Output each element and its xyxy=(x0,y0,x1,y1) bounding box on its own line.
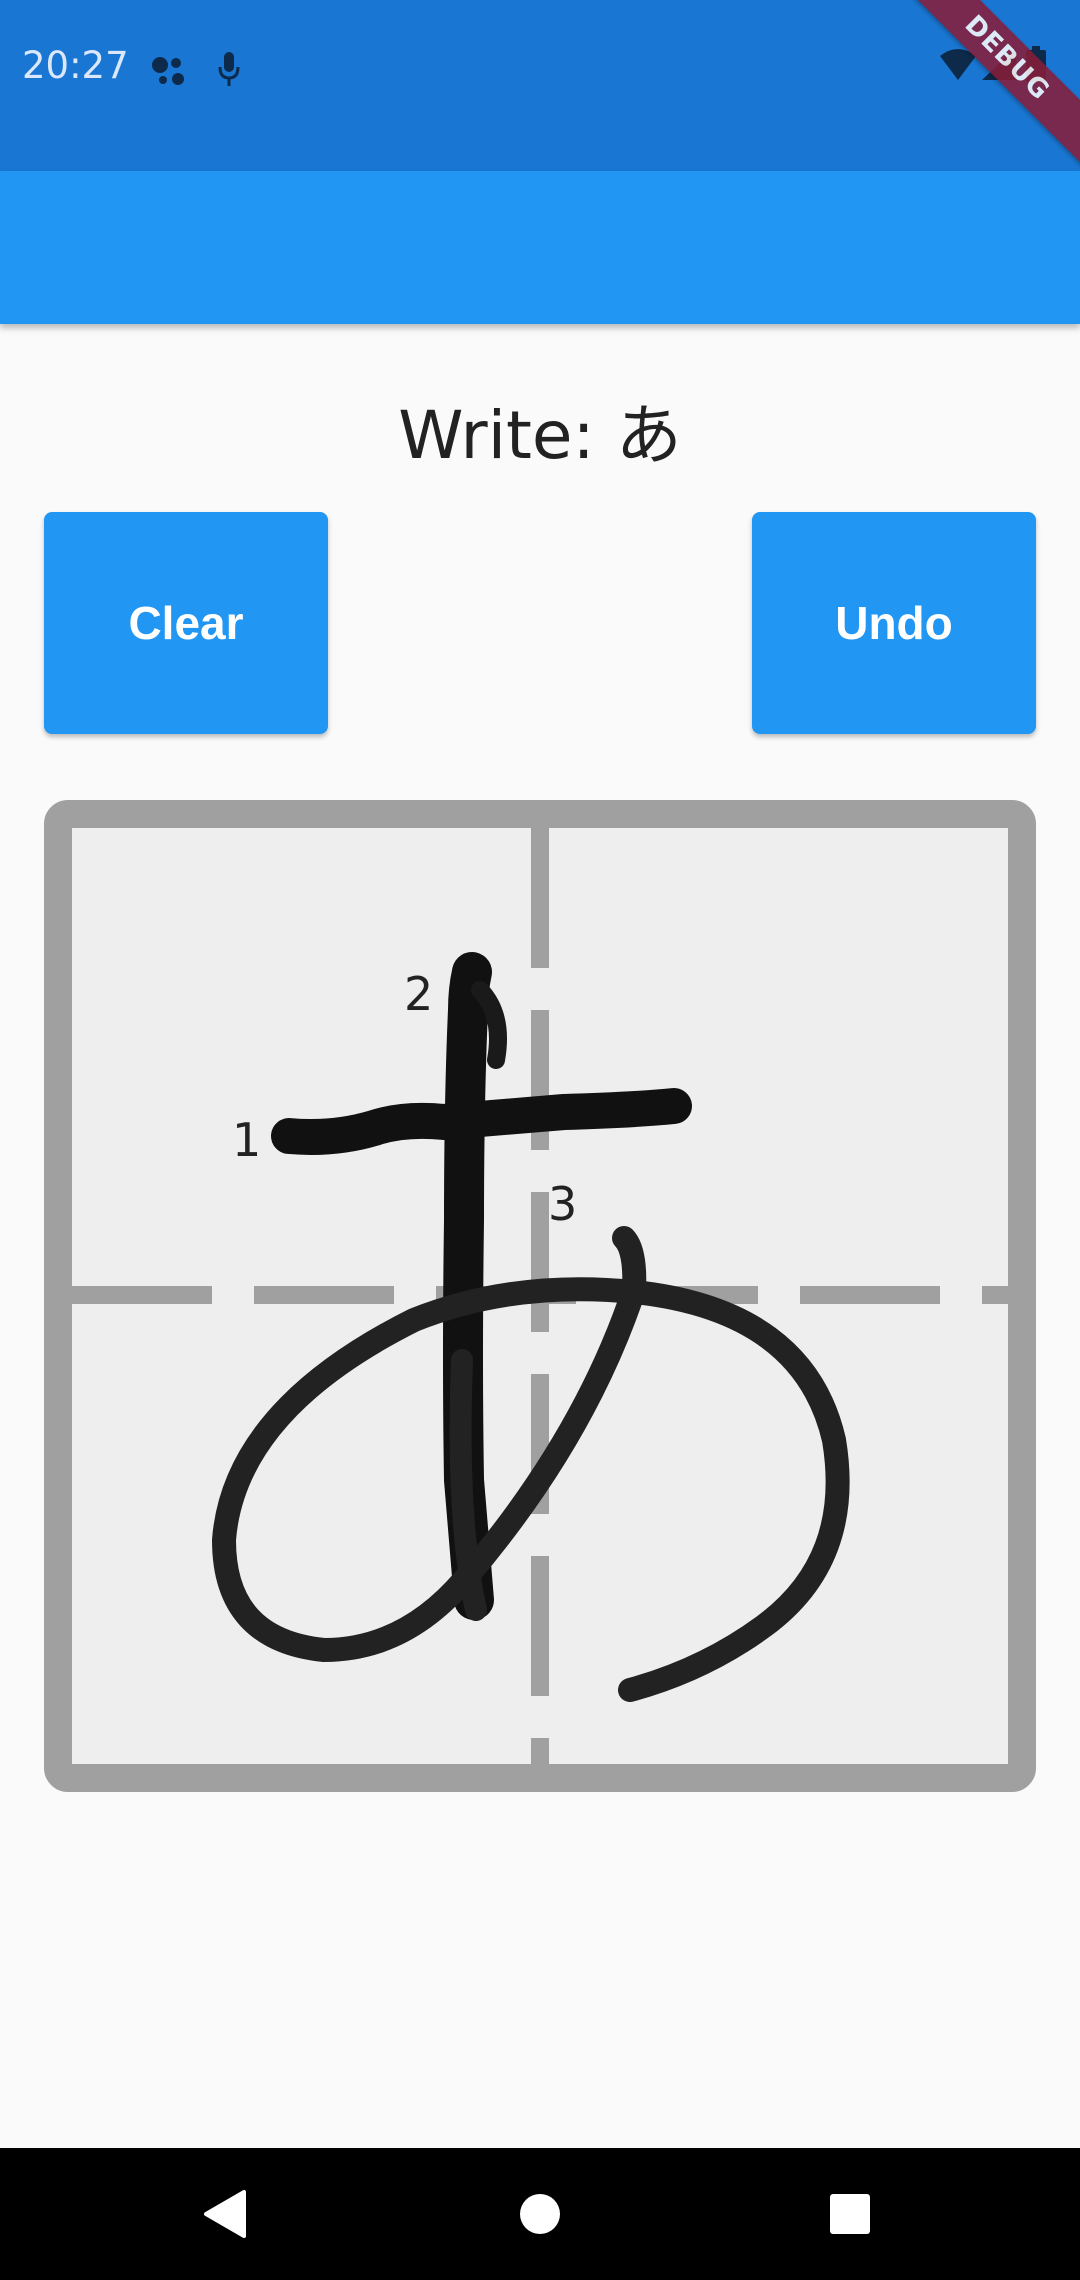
home-icon[interactable] xyxy=(504,2178,576,2250)
navigation-bar xyxy=(0,2148,1080,2280)
debug-banner: DEBUG xyxy=(888,0,1080,177)
recents-icon[interactable] xyxy=(814,2178,886,2250)
drawing-canvas-svg[interactable]: 1 2 3 xyxy=(44,800,1036,1792)
status-bar: 20:27 DEBUG xyxy=(0,0,1080,177)
back-icon[interactable] xyxy=(190,2178,262,2250)
clear-button[interactable]: Clear xyxy=(44,512,328,734)
writing-prompt: Write: あ xyxy=(398,397,682,474)
stroke-number-2: 2 xyxy=(404,967,433,1021)
stroke-number-1: 1 xyxy=(232,1113,261,1167)
assistant-icon xyxy=(152,57,184,85)
drawing-canvas[interactable]: 1 2 3 xyxy=(44,800,1036,1792)
stroke-number-3: 3 xyxy=(548,1177,577,1231)
status-time: 20:27 xyxy=(22,44,129,87)
undo-button[interactable]: Undo xyxy=(752,512,1036,734)
mic-icon xyxy=(218,52,240,86)
app-bar xyxy=(0,171,1080,324)
